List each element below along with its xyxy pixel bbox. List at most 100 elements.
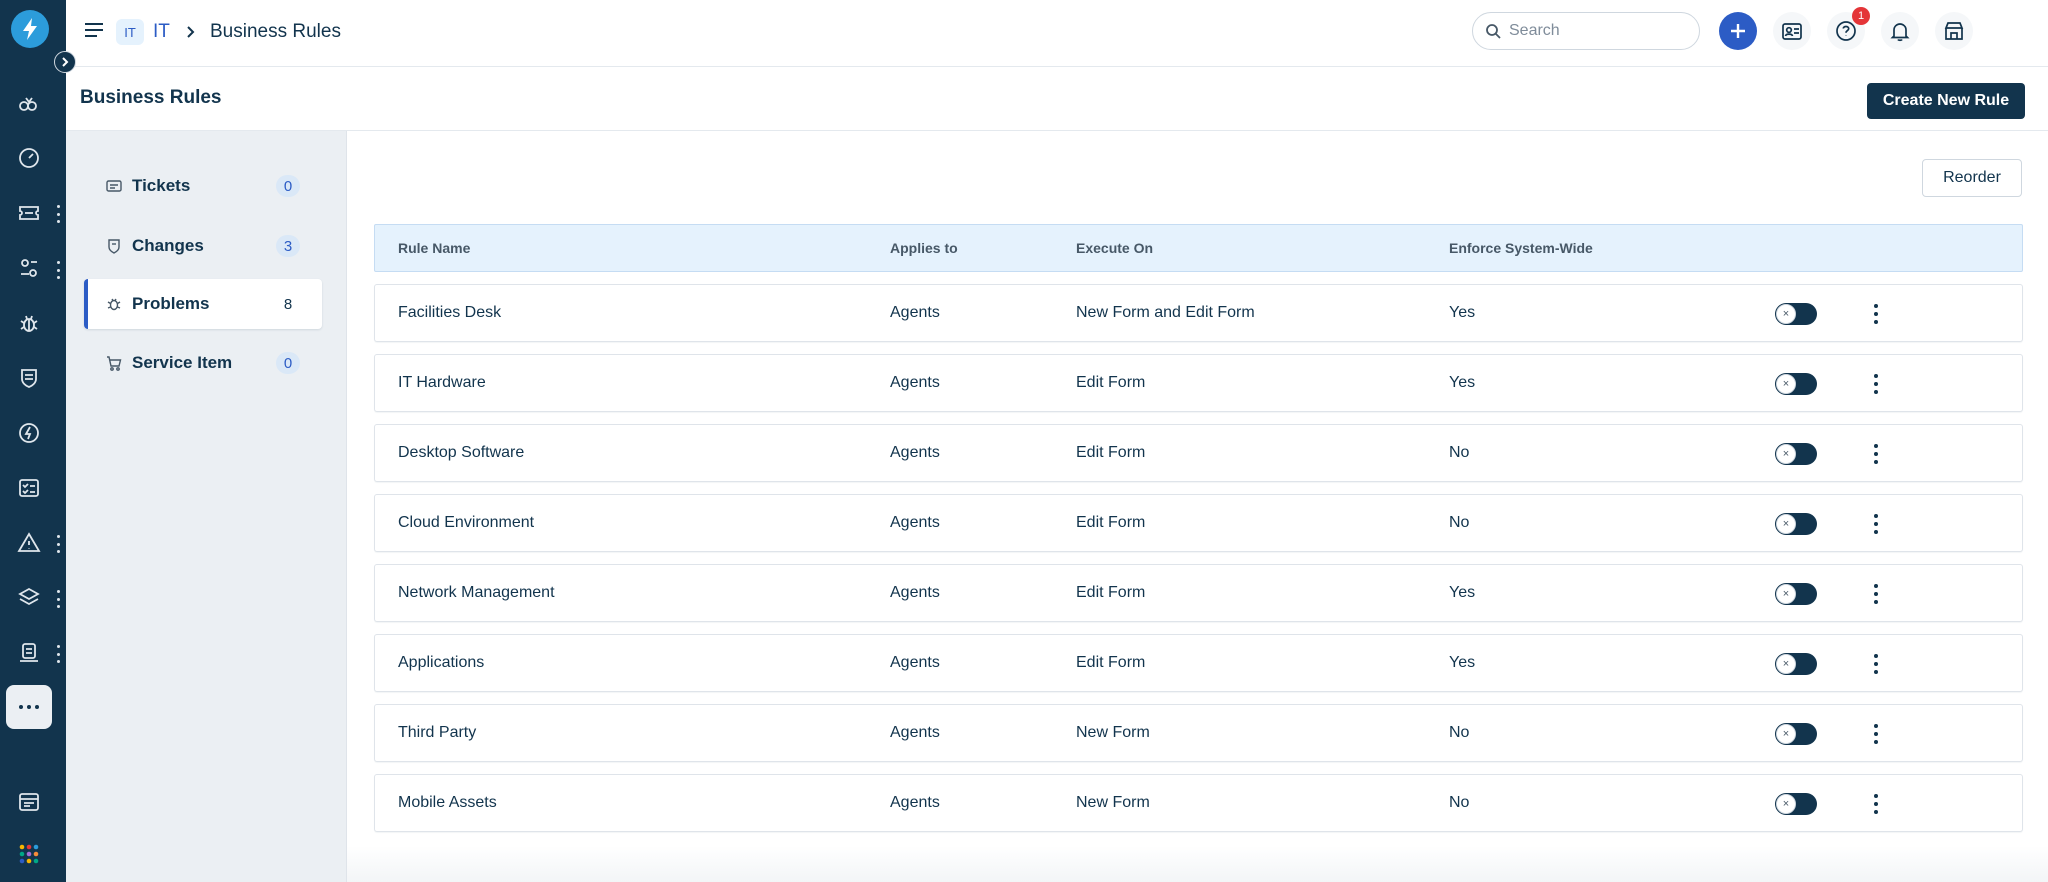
top-header: IT IT Business Rules 1 K — [66, 0, 2048, 67]
page-title: Business Rules — [80, 87, 222, 108]
changes-icon — [106, 238, 122, 254]
menu-icon[interactable] — [84, 21, 104, 39]
table-row[interactable]: Network Management Agents Edit Form Yes … — [374, 564, 2023, 622]
enforce-system-wide: Yes — [1449, 374, 1476, 391]
releases-icon[interactable] — [13, 417, 45, 449]
layers-icon[interactable] — [13, 582, 45, 614]
row-actions-icon[interactable] — [1870, 302, 1882, 326]
workspace-badge[interactable]: IT — [116, 19, 144, 45]
count-badge: 8 — [283, 295, 293, 313]
cart-icon — [106, 355, 122, 371]
table-row[interactable]: Cloud Environment Agents Edit Form No × — [374, 494, 2023, 552]
row-actions-icon[interactable] — [1870, 792, 1882, 816]
rule-name[interactable]: Facilities Desk — [398, 304, 501, 322]
search-box[interactable] — [1472, 12, 1700, 50]
table-row[interactable]: Desktop Software Agents Edit Form No × — [374, 424, 2023, 482]
admin-icon[interactable] — [13, 786, 45, 818]
table-row[interactable]: IT Hardware Agents Edit Form Yes × — [374, 354, 2023, 412]
execute-on: Edit Form — [1076, 514, 1146, 531]
rule-name[interactable]: Network Management — [398, 584, 555, 602]
tickets-icon[interactable] — [13, 197, 45, 229]
dashboard-link-icon[interactable] — [13, 87, 45, 119]
gauge-icon[interactable] — [13, 142, 45, 174]
layers-more-icon[interactable] — [54, 590, 62, 608]
rule-status-toggle[interactable]: × — [1775, 583, 1817, 605]
table-row[interactable]: Applications Agents Edit Form Yes × — [374, 634, 2023, 692]
rule-status-toggle[interactable]: × — [1775, 443, 1817, 465]
applies-to: Agents — [890, 654, 940, 671]
rule-name[interactable]: Desktop Software — [398, 444, 524, 462]
rule-name[interactable]: Third Party — [398, 724, 476, 742]
search-input[interactable] — [1509, 22, 1679, 40]
count-badge: 3 — [276, 235, 300, 257]
marketplace-icon[interactable] — [1935, 12, 1973, 50]
toggle-off-icon: × — [1776, 724, 1796, 744]
problems-icon[interactable] — [13, 307, 45, 339]
contact-card-icon[interactable] — [1773, 12, 1811, 50]
changes-icon[interactable] — [13, 252, 45, 284]
column-header-enforce: Enforce System-Wide — [1449, 240, 1593, 256]
sidebar-item-changes[interactable]: Changes 3 — [84, 221, 322, 271]
rule-name[interactable]: Cloud Environment — [398, 514, 534, 532]
checklist-icon[interactable] — [13, 472, 45, 504]
count-badge: 0 — [276, 175, 300, 197]
toggle-off-icon: × — [1776, 514, 1796, 534]
alerts-icon[interactable] — [13, 527, 45, 559]
enforce-system-wide: No — [1449, 724, 1470, 741]
rule-status-toggle[interactable]: × — [1775, 373, 1817, 395]
table-row[interactable]: Mobile Assets Agents New Form No × — [374, 774, 2023, 832]
changes-more-icon[interactable] — [54, 261, 62, 279]
sidebar-item-problems[interactable]: Problems 8 — [84, 279, 322, 329]
execute-on: New Form and Edit Form — [1076, 304, 1255, 321]
bell-icon[interactable] — [1881, 12, 1919, 50]
rule-status-toggle[interactable]: × — [1775, 793, 1817, 815]
ticket-icon — [106, 178, 122, 194]
module-sidebar: Tickets 0 Changes 3 Problems 8 Service I… — [66, 131, 347, 882]
execute-on: Edit Form — [1076, 444, 1146, 461]
rule-name[interactable]: Mobile Assets — [398, 794, 497, 812]
row-actions-icon[interactable] — [1870, 582, 1882, 606]
quick-create-button[interactable] — [1719, 12, 1757, 50]
chevron-right-icon — [183, 22, 199, 42]
create-new-rule-button[interactable]: Create New Rule — [1867, 83, 2025, 119]
rule-name[interactable]: IT Hardware — [398, 374, 486, 392]
toggle-off-icon: × — [1776, 584, 1796, 604]
table-row[interactable]: Facilities Desk Agents New Form and Edit… — [374, 284, 2023, 342]
row-actions-icon[interactable] — [1870, 442, 1882, 466]
more-icon[interactable] — [6, 685, 52, 729]
assets-more-icon[interactable] — [54, 645, 62, 663]
alerts-more-icon[interactable] — [54, 535, 62, 553]
toggle-off-icon: × — [1776, 654, 1796, 674]
row-actions-icon[interactable] — [1870, 722, 1882, 746]
rule-status-toggle[interactable]: × — [1775, 303, 1817, 325]
sidebar-item-label: Service Item — [132, 353, 233, 372]
reorder-button[interactable]: Reorder — [1922, 159, 2022, 197]
enforce-system-wide: No — [1449, 514, 1470, 531]
execute-on: Edit Form — [1076, 584, 1146, 601]
sidebar-item-service-item[interactable]: Service Item 0 — [84, 338, 322, 388]
rule-status-toggle[interactable]: × — [1775, 653, 1817, 675]
expand-sidebar-button[interactable] — [54, 51, 76, 73]
breadcrumb-current: Business Rules — [210, 21, 341, 42]
tickets-more-icon[interactable] — [54, 205, 62, 223]
toggle-off-icon: × — [1776, 304, 1796, 324]
rule-status-toggle[interactable]: × — [1775, 723, 1817, 745]
toggle-off-icon: × — [1776, 794, 1796, 814]
row-actions-icon[interactable] — [1870, 372, 1882, 396]
assets-icon[interactable] — [13, 637, 45, 669]
column-header-applies-to: Applies to — [890, 240, 958, 256]
sidebar-item-label: Changes — [132, 236, 204, 255]
help-notification-badge: 1 — [1852, 7, 1870, 25]
freshservice-logo-icon[interactable] — [11, 10, 49, 48]
shield-icon[interactable] — [13, 362, 45, 394]
workspace-name-link[interactable]: IT — [153, 19, 170, 45]
rule-status-toggle[interactable]: × — [1775, 513, 1817, 535]
rule-name[interactable]: Applications — [398, 654, 484, 672]
table-row[interactable]: Third Party Agents New Form No × — [374, 704, 2023, 762]
sidebar-item-label: Tickets — [132, 176, 191, 195]
row-actions-icon[interactable] — [1870, 652, 1882, 676]
sidebar-item-tickets[interactable]: Tickets 0 — [84, 161, 322, 211]
row-actions-icon[interactable] — [1870, 512, 1882, 536]
count-badge: 0 — [276, 352, 300, 374]
apps-grid-icon[interactable] — [13, 838, 45, 870]
